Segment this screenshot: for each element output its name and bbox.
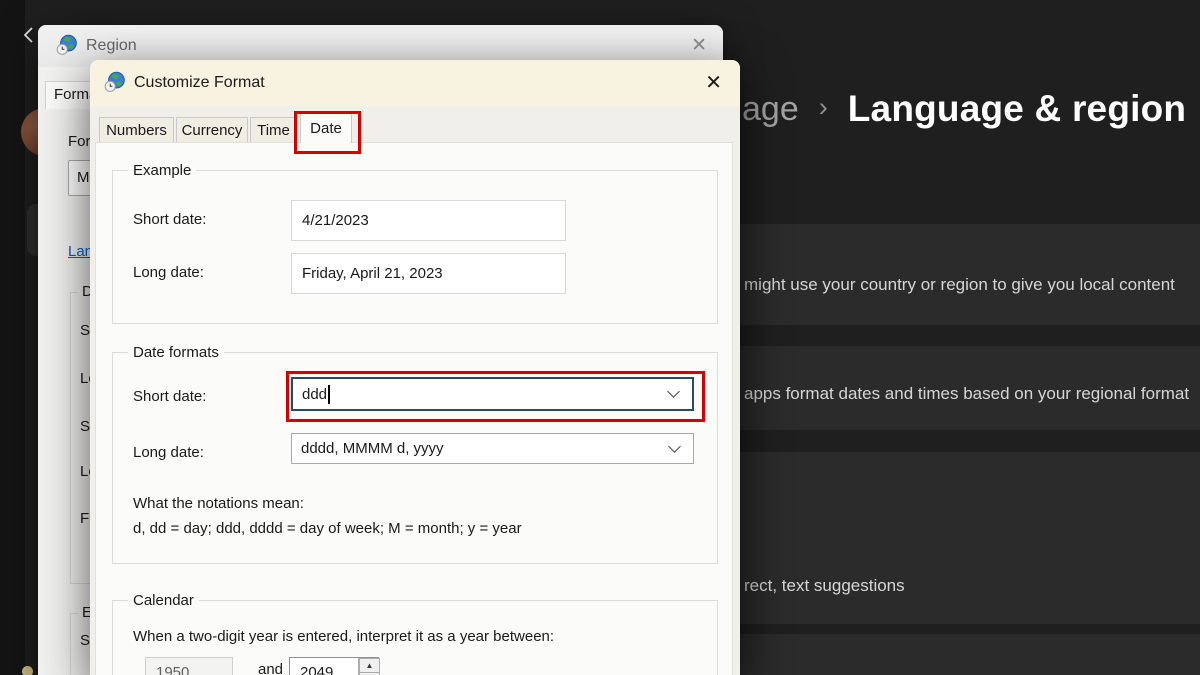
settings-row-partial[interactable] xyxy=(716,634,1200,675)
region-globe-clock-icon xyxy=(56,34,77,55)
year-from-value: 1950 xyxy=(156,663,190,675)
settings-sidebar-edge xyxy=(0,0,25,675)
breadcrumb: age › Language & region xyxy=(742,88,1186,130)
groupbox-title: Calendar xyxy=(128,592,199,609)
example-short-date-field[interactable]: 4/21/2023 xyxy=(291,200,566,241)
settings-row-text: apps format dates and times based on you… xyxy=(744,384,1190,403)
caret-up-icon[interactable]: ▲ xyxy=(359,658,380,673)
chevron-down-icon[interactable] xyxy=(668,439,681,453)
groupbox-title: Example xyxy=(128,162,197,179)
tab-currency[interactable]: Currency xyxy=(176,117,248,143)
close-icon[interactable]: ✕ xyxy=(705,60,722,106)
example-short-date-value: 4/21/2023 xyxy=(302,212,369,229)
settings-row-text: rect, text suggestions xyxy=(744,576,905,595)
customize-format-titlebar[interactable]: Customize Format ✕ xyxy=(90,60,740,106)
year-to-value: 2049 xyxy=(300,663,334,675)
short-date-format-combobox[interactable]: ddd xyxy=(291,377,694,411)
tab-time[interactable]: Time xyxy=(250,117,297,143)
screen: age › Language & region might use your c… xyxy=(0,0,1200,675)
text-caret xyxy=(328,384,330,404)
window-title: Customize Format xyxy=(134,74,265,91)
notations-title: What the notations mean: xyxy=(133,495,304,512)
breadcrumb-chevron-icon: › xyxy=(818,91,828,122)
taskbar-dot-icon xyxy=(22,666,33,675)
settings-row-text: might use your country or region to give… xyxy=(744,275,1175,294)
long-date-format-value: dddd, MMMM d, yyyy xyxy=(301,440,444,457)
chevron-down-icon[interactable] xyxy=(667,385,680,398)
and-label: and xyxy=(258,661,284,675)
year-to-field[interactable]: 2049 ▲ xyxy=(289,657,380,675)
example-long-date-value: Friday, April 21, 2023 xyxy=(302,265,443,282)
tab-date[interactable]: Date xyxy=(300,112,352,143)
example-short-date-label: Short date: xyxy=(133,211,207,228)
breadcrumb-parent[interactable]: age xyxy=(742,90,799,129)
page-title: Language & region xyxy=(847,88,1187,129)
example-long-date-label: Long date: xyxy=(133,264,204,281)
example-long-date-field[interactable]: Friday, April 21, 2023 xyxy=(291,253,566,294)
year-to-spinner: ▲ xyxy=(358,658,380,675)
region-globe-clock-icon xyxy=(104,71,125,92)
settings-row-country-region[interactable]: might use your country or region to give… xyxy=(716,224,1200,325)
two-digit-year-prompt: When a two-digit year is entered, interp… xyxy=(133,628,555,645)
short-date-format-label: Short date: xyxy=(133,388,207,405)
back-icon[interactable] xyxy=(20,25,40,45)
long-date-format-label: Long date: xyxy=(133,444,204,461)
long-date-format-combobox[interactable]: dddd, MMMM d, yyyy xyxy=(291,433,694,464)
settings-row-regional-format[interactable]: apps format dates and times based on you… xyxy=(716,346,1200,430)
short-date-format-value: ddd xyxy=(302,385,328,403)
groupbox-title: Date formats xyxy=(128,344,224,361)
example-groupbox xyxy=(112,170,718,324)
tab-numbers[interactable]: Numbers xyxy=(99,117,174,143)
notations-body: d, dd = day; ddd, dddd = day of week; M … xyxy=(133,520,522,537)
customize-format-dialog: Customize Format ✕ Numbers Currency Time… xyxy=(90,60,740,675)
year-from-field[interactable]: 1950 xyxy=(145,657,233,675)
settings-row-typing[interactable]: rect, text suggestions xyxy=(716,452,1200,624)
